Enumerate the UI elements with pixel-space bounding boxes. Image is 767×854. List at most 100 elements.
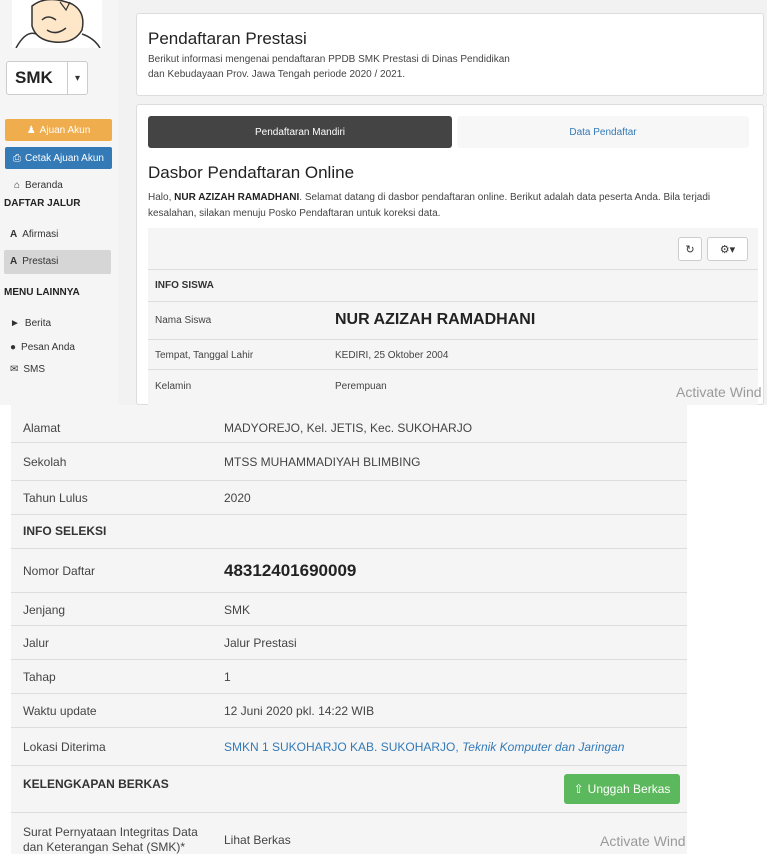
table-row: Nomor Daftar 48312401690009 bbox=[11, 549, 687, 593]
table-row: Jalur Jalur Prestasi bbox=[11, 626, 687, 660]
comment-icon: ● bbox=[10, 342, 17, 353]
top-screenshot: SMK ▾ ♟ Ajuan Akun ⎙ Cetak Ajuan Akun ⌂ … bbox=[0, 0, 767, 405]
table-row: Tahun Lulus 2020 bbox=[11, 481, 687, 515]
avatar bbox=[12, 0, 102, 48]
accepted-program: Teknik Komputer dan Jaringan bbox=[462, 740, 625, 754]
row-label-line1: Surat Pernyataan Integritas Data bbox=[23, 825, 198, 839]
row-label: Alamat bbox=[23, 421, 61, 435]
table-row: Alamat MADYOREJO, Kel. JETIS, Kec. SUKOH… bbox=[11, 405, 687, 443]
row-label: Tempat, Tanggal Lahir bbox=[155, 350, 254, 361]
greeting-text: Halo, NUR AZIZAH RAMADHANI. Selamat data… bbox=[148, 190, 758, 222]
sidebar-item-prestasi[interactable]: A Prestasi bbox=[10, 256, 58, 267]
chevron-down-icon[interactable]: ▾ bbox=[67, 62, 87, 94]
table-toolbar: ↻ ⚙▾ bbox=[148, 228, 758, 270]
sidebar-item-label: Beranda bbox=[25, 180, 63, 191]
sidebar-item-label: Berita bbox=[24, 318, 52, 329]
ajuan-akun-label: Ajuan Akun bbox=[39, 124, 91, 136]
school-type-select[interactable]: SMK ▾ bbox=[6, 61, 88, 95]
section-heading: KELENGKAPAN BERKAS bbox=[23, 777, 169, 791]
sidebar-item-afirmasi[interactable]: A Afirmasi bbox=[10, 229, 58, 240]
section-header-kelengkapan-berkas: KELENGKAPAN BERKAS ⇧ Unggah Berkas bbox=[11, 766, 687, 813]
sidebar-item-pesan[interactable]: ● Pesan Anda bbox=[10, 342, 75, 353]
sidebar-item-label: Pesan Anda bbox=[21, 342, 75, 353]
row-label: Tahap bbox=[23, 670, 56, 684]
row-label: Kelamin bbox=[155, 381, 192, 392]
row-label: Jenjang bbox=[23, 603, 66, 617]
table-row: Kelamin Perempuan bbox=[148, 370, 758, 405]
tab-data-pendaftar[interactable]: Data Pendaftar bbox=[457, 116, 749, 148]
sidebar-item-berita[interactable]: ► Berita bbox=[10, 318, 51, 329]
section-heading: INFO SELEKSI bbox=[23, 524, 107, 538]
upload-documents-button[interactable]: ⇧ Unggah Berkas bbox=[564, 774, 680, 804]
table-row: Nama Siswa NUR AZIZAH RAMADHANI bbox=[148, 302, 758, 340]
track-value: Jalur Prestasi bbox=[224, 636, 297, 650]
school-type-value: SMK bbox=[15, 68, 53, 87]
graduation-year-value: 2020 bbox=[224, 491, 251, 505]
row-label: Surat Pernyataan Integritas Data dan Ket… bbox=[23, 825, 198, 854]
upload-icon: ⇧ bbox=[573, 782, 584, 796]
accepted-location-link[interactable]: SMKN 1 SUKOHARJO KAB. SUKOHARJO, Teknik … bbox=[224, 740, 624, 754]
row-label: Waktu update bbox=[23, 704, 97, 718]
greeting-rest: . Selamat datang di dasbor pendaftaran o… bbox=[299, 192, 711, 203]
table-row: Jenjang SMK bbox=[11, 593, 687, 626]
sidebar-item-label: SMS bbox=[23, 364, 46, 375]
student-name-value: NUR AZIZAH RAMADHANI bbox=[335, 311, 536, 328]
greeting-name: NUR AZIZAH RAMADHANI bbox=[174, 192, 300, 203]
row-label: Jalur bbox=[23, 636, 50, 650]
row-label: Lokasi Diterima bbox=[23, 740, 106, 754]
section-heading-daftar-jalur: DAFTAR JALUR bbox=[4, 198, 81, 209]
row-label-line2: dan Keterangan Sehat (SMK)* bbox=[23, 840, 186, 854]
gear-icon: ⚙▾ bbox=[719, 243, 736, 256]
level-value: SMK bbox=[224, 603, 251, 617]
update-time-value: 12 Juni 2020 pkl. 14:22 WIB bbox=[224, 704, 375, 718]
sidebar-item-beranda[interactable]: ⌂ Beranda bbox=[14, 180, 63, 191]
table-row: Surat Pernyataan Integritas Data dan Ket… bbox=[11, 813, 687, 854]
sidebar-item-sms[interactable]: ✉ SMS bbox=[10, 364, 45, 375]
ajuan-akun-button[interactable]: ♟ Ajuan Akun bbox=[5, 119, 112, 141]
windows-activation-watermark: Activate Wind bbox=[676, 384, 762, 400]
gender-value: Perempuan bbox=[335, 381, 387, 392]
row-label: Tahun Lulus bbox=[23, 491, 88, 505]
left-strip bbox=[0, 405, 11, 854]
windows-activation-watermark: Activate Wind bbox=[600, 833, 686, 849]
home-icon: ⌂ bbox=[14, 180, 21, 191]
user-plus-icon: ♟ bbox=[26, 124, 36, 136]
school-value: MTSS MUHAMMADIYAH BLIMBING bbox=[224, 455, 421, 469]
accepted-school: SMKN 1 SUKOHARJO KAB. SUKOHARJO, bbox=[224, 740, 463, 754]
row-label: Nomor Daftar bbox=[23, 564, 96, 578]
print-icon: ⎙ bbox=[13, 152, 22, 164]
table-row: Lokasi Diterima SMKN 1 SUKOHARJO KAB. SU… bbox=[11, 728, 687, 766]
dashboard-panel: Pendaftaran Mandiri Data Pendaftar Dasbo… bbox=[136, 104, 764, 405]
birth-value: KEDIRI, 25 Oktober 2004 bbox=[335, 350, 449, 361]
envelope-icon: ✉ bbox=[10, 364, 19, 375]
road-icon: A bbox=[10, 256, 18, 267]
cetak-ajuan-akun-button[interactable]: ⎙ Cetak Ajuan Akun bbox=[5, 147, 112, 169]
student-info-table: Alamat MADYOREJO, Kel. JETIS, Kec. SUKOH… bbox=[11, 405, 687, 854]
section-header-info-seleksi: INFO SELEKSI bbox=[11, 515, 687, 549]
sidebar-item-label: Prestasi bbox=[22, 256, 59, 267]
bullhorn-icon: ► bbox=[10, 318, 20, 329]
table-row: Tahap 1 bbox=[11, 660, 687, 694]
address-value: MADYOREJO, Kel. JETIS, Kec. SUKOHARJO bbox=[224, 421, 473, 435]
table-row: Sekolah MTSS MUHAMMADIYAH BLIMBING bbox=[11, 443, 687, 481]
greeting-line2: kesalahan, silakan menuju Posko Pendafta… bbox=[148, 208, 441, 219]
row-label: Nama Siswa bbox=[155, 315, 212, 326]
view-document-link[interactable]: Lihat Berkas bbox=[224, 833, 291, 847]
cartoon-avatar-icon bbox=[15, 0, 101, 48]
page-description-line1: Berikut informasi mengenai pendaftaran P… bbox=[148, 54, 510, 65]
sidebar: SMK ▾ ♟ Ajuan Akun ⎙ Cetak Ajuan Akun ⌂ … bbox=[0, 0, 118, 405]
upload-label: Unggah Berkas bbox=[587, 782, 671, 796]
tab-pendaftaran-mandiri[interactable]: Pendaftaran Mandiri bbox=[148, 116, 452, 148]
cetak-ajuan-akun-label: Cetak Ajuan Akun bbox=[25, 152, 104, 164]
greeting-prefix: Halo, bbox=[148, 192, 175, 203]
section-heading-menu-lainnya: MENU LAINNYA bbox=[4, 287, 80, 298]
sidebar-item-label: Afirmasi bbox=[22, 229, 59, 240]
table-row: Waktu update 12 Juni 2020 pkl. 14:22 WIB bbox=[11, 694, 687, 728]
page-description-line2: dan Kebudayaan Prov. Jawa Tengah periode… bbox=[148, 69, 406, 80]
settings-dropdown-button[interactable]: ⚙▾ bbox=[707, 237, 748, 261]
road-icon: A bbox=[10, 229, 18, 240]
refresh-button[interactable]: ↻ bbox=[678, 237, 702, 261]
row-label: Sekolah bbox=[23, 455, 67, 469]
stage-value: 1 bbox=[224, 670, 231, 684]
registration-number-value: 48312401690009 bbox=[224, 561, 357, 580]
